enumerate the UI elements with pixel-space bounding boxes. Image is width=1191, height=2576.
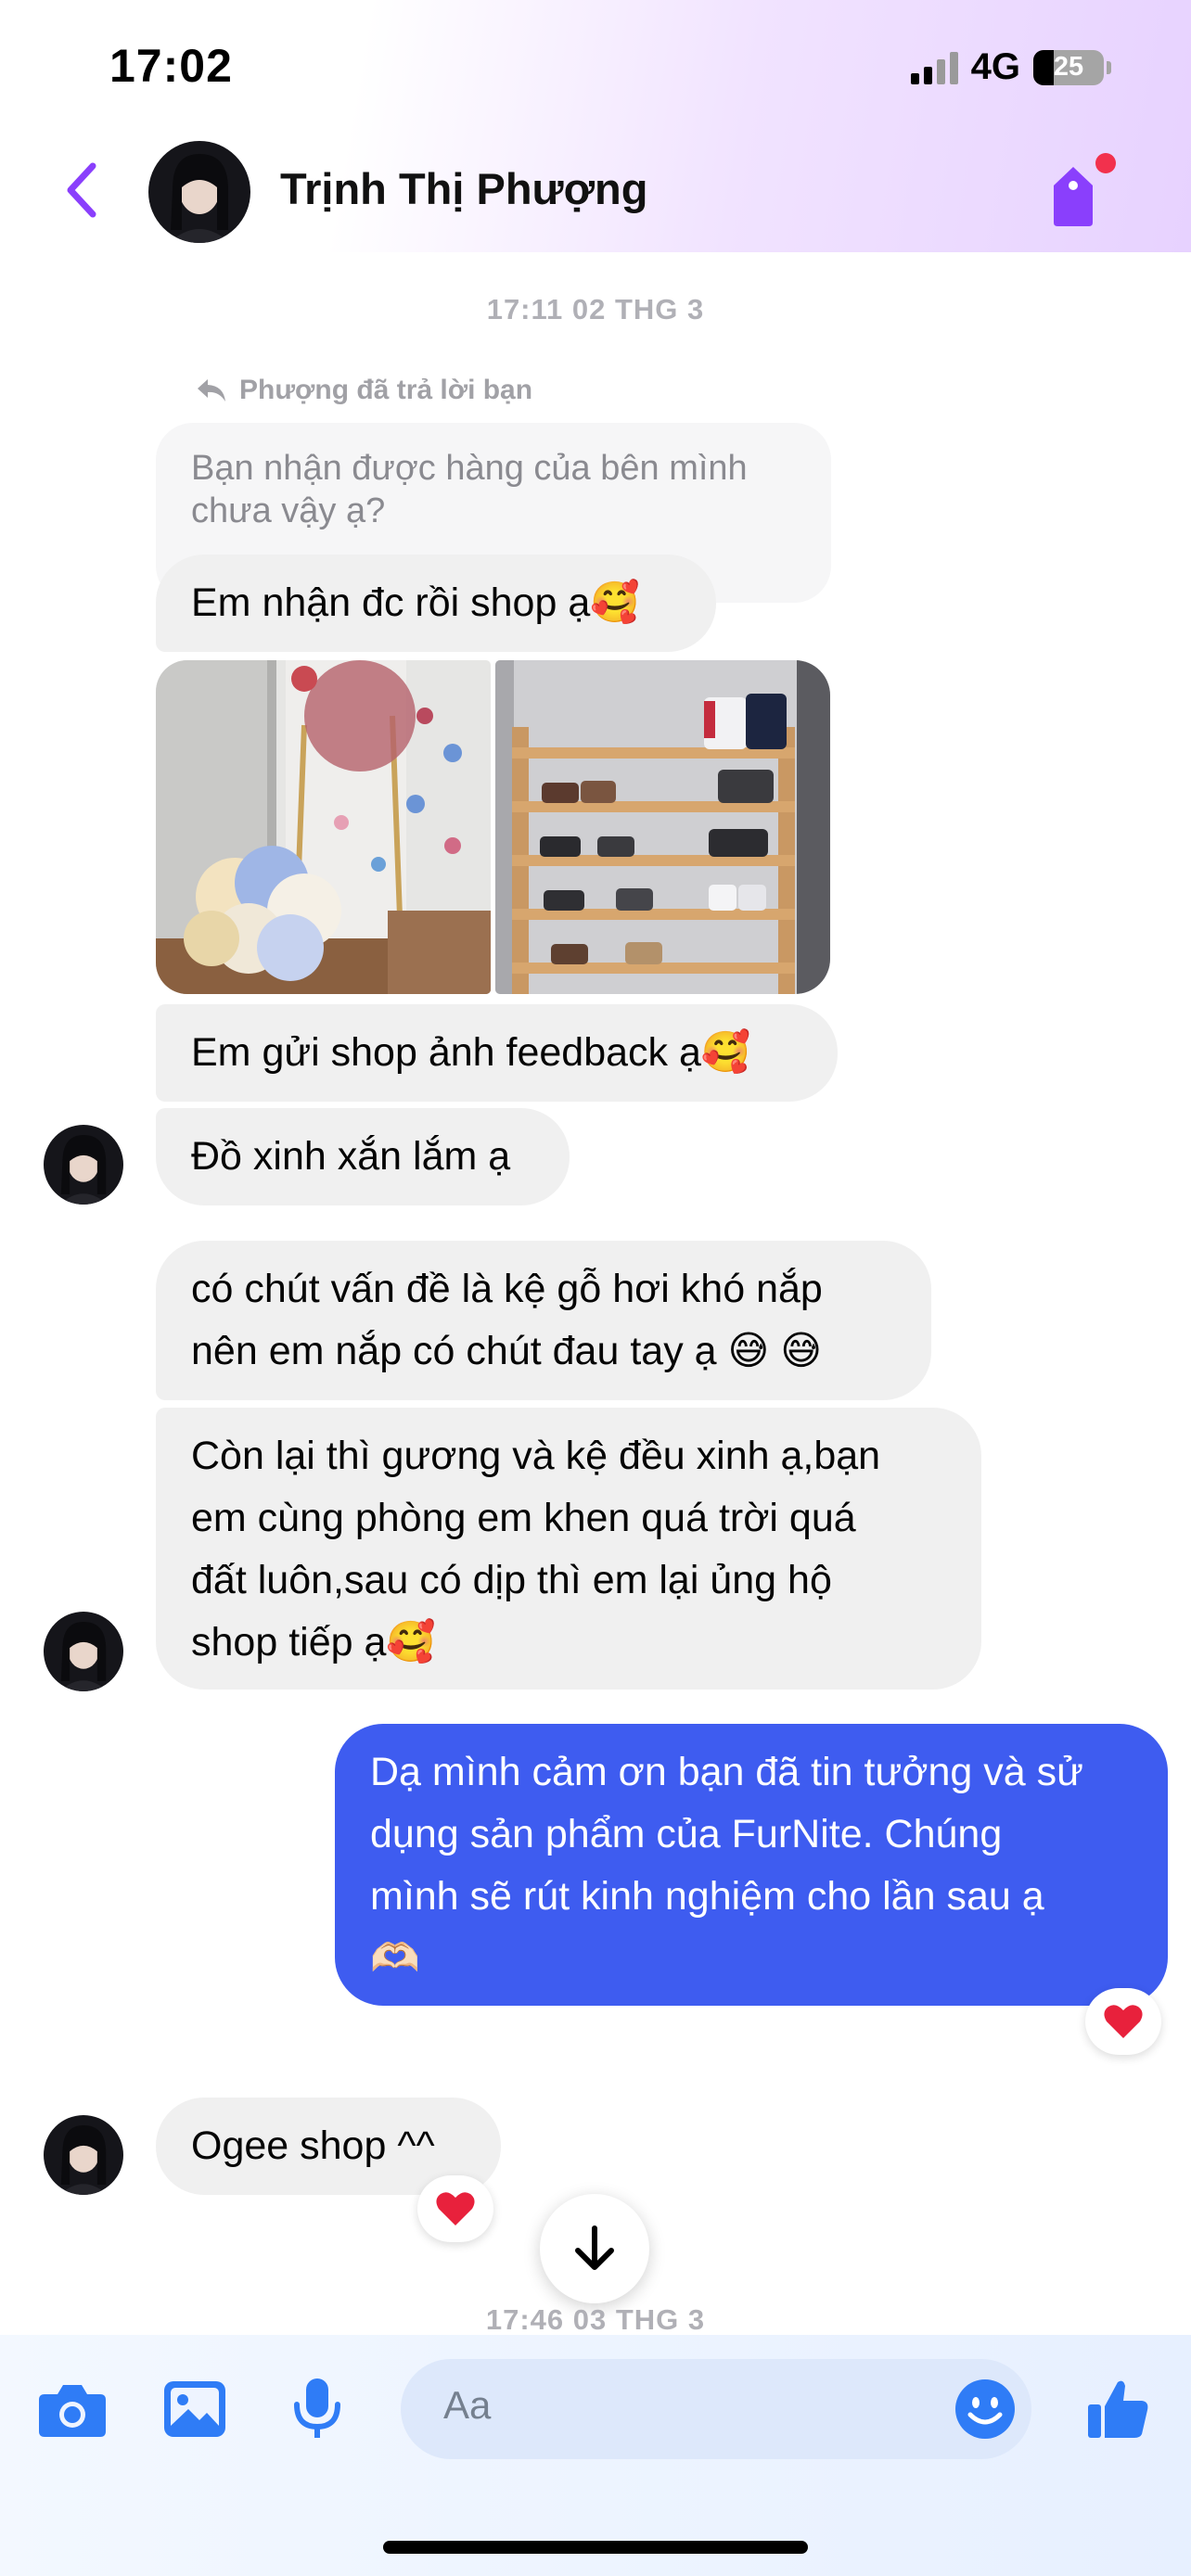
message-line: có chút vấn đề là kệ gỗ hơi khó nắp	[191, 1267, 823, 1311]
contact-name[interactable]: Trịnh Thị Phượng	[280, 163, 647, 214]
feedback-photo-shoe-rack[interactable]	[495, 660, 830, 994]
contact-avatar-small[interactable]	[44, 2115, 123, 2195]
reply-note-text: Phượng đã trả lời bạn	[239, 375, 533, 405]
incoming-message[interactable]: Còn lại thì gương và kệ đều xinh ạ,bạn e…	[156, 1408, 981, 1690]
message-line: nên em nắp có chút đau tay ạ 😅 😅	[191, 1329, 823, 1373]
reply-note: Phượng đã trả lời bạn	[195, 375, 532, 406]
battery-tip	[1107, 60, 1111, 74]
feedback-photo-mirror[interactable]	[156, 660, 491, 994]
like-button[interactable]	[1080, 2370, 1158, 2448]
incoming-message[interactable]: Em nhận đc rồi shop ạ🥰	[156, 555, 716, 652]
outgoing-message[interactable]: Dạ mình cảm ơn bạn đã tin tưởng và sử dụ…	[335, 1724, 1168, 2006]
timestamp: 17:46 03 THG 3	[485, 2303, 706, 2336]
network-label: 4G	[970, 46, 1020, 87]
status-time: 17:02	[109, 40, 233, 92]
emoji-button[interactable]	[946, 2370, 1024, 2448]
battery-icon: 25	[1033, 49, 1104, 85]
microphone-icon	[294, 2378, 340, 2438]
message-line: dụng sản phẩm của FurNite. Chúng	[370, 1812, 1003, 1856]
home-indicator	[383, 2541, 808, 2554]
message-line: mình sẽ rút kinh nghiệm cho lần sau ạ	[370, 1874, 1044, 1919]
incoming-message[interactable]: Đồ xinh xắn lắm ạ	[156, 1108, 570, 1205]
arrow-down-icon	[575, 2225, 614, 2270]
reaction-badge[interactable]	[417, 2175, 493, 2242]
reply-arrow-icon	[198, 379, 225, 402]
image-icon	[164, 2381, 225, 2437]
timestamp: 17:11 02 THG 3	[486, 293, 705, 325]
camera-icon	[39, 2385, 106, 2437]
battery-level: 25	[1053, 52, 1084, 82]
message-line: Dạ mình cảm ơn bạn đã tin tưởng và sử	[370, 1750, 1083, 1794]
message-line: shop tiếp ạ🥰	[191, 1620, 436, 1664]
message-input[interactable]	[401, 2359, 1031, 2459]
chevron-left-icon	[67, 162, 96, 218]
reaction-badge[interactable]	[1085, 1988, 1161, 2055]
message-input-placeholder: Aa	[443, 2383, 492, 2427]
signal-icon	[910, 51, 958, 84]
incoming-message[interactable]: Em gửi shop ảnh feedback ạ🥰	[156, 1004, 838, 1102]
message-line: em cùng phòng em khen quá trời quá	[191, 1496, 856, 1540]
camera-button[interactable]	[33, 2370, 111, 2448]
microphone-button[interactable]	[278, 2370, 356, 2448]
status-indicators: 4G 25	[910, 46, 1111, 88]
smiley-icon	[955, 2379, 1015, 2439]
heart-icon	[1104, 2005, 1143, 2038]
tag-icon	[1054, 153, 1116, 226]
contact-avatar[interactable]	[148, 141, 250, 243]
tag-button[interactable]	[1044, 148, 1119, 232]
heart-icon	[436, 2192, 475, 2225]
gallery-button[interactable]	[156, 2370, 234, 2448]
message-line: 🫶🏻	[370, 1936, 420, 1981]
scroll-to-bottom-button[interactable]	[540, 2194, 649, 2303]
message-line: Còn lại thì gương và kệ đều xinh ạ,bạn	[191, 1434, 881, 1478]
message-line: đất luôn,sau có dịp thì em lại ủng hộ	[191, 1558, 832, 1602]
thumbs-up-icon	[1088, 2380, 1148, 2438]
back-button[interactable]	[54, 153, 109, 227]
contact-avatar-small[interactable]	[44, 1612, 123, 1691]
contact-avatar-small[interactable]	[44, 1125, 123, 1205]
incoming-message[interactable]: có chút vấn đề là kệ gỗ hơi khó nắp nên …	[156, 1241, 931, 1400]
